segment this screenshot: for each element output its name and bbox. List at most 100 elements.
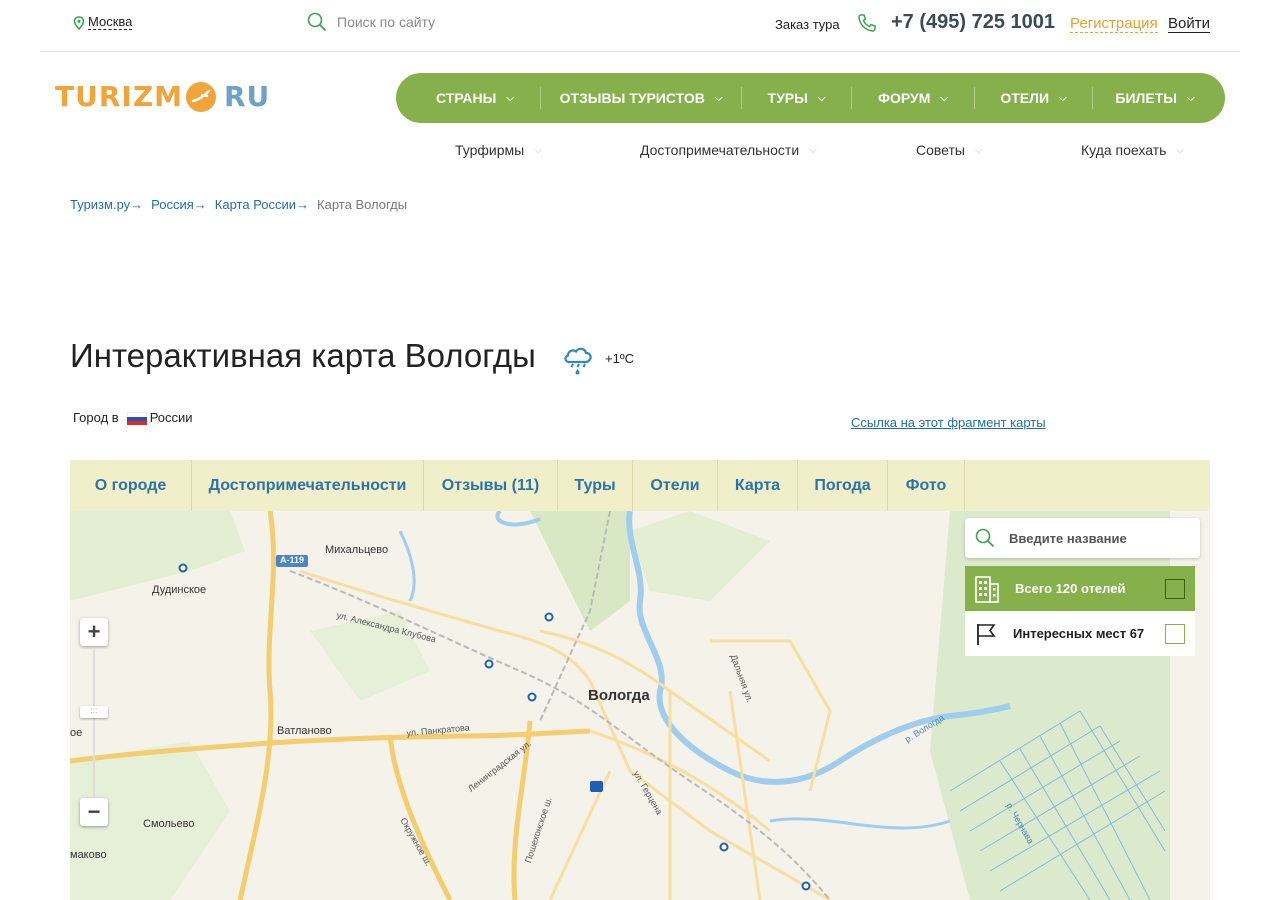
map-label: Михальцево (325, 544, 389, 556)
city-name[interactable]: Москва (88, 15, 133, 30)
search-icon[interactable] (975, 528, 995, 548)
top-bar: Москва Поиск по сайту Заказ тура +7 (495… (40, 0, 1240, 52)
tab-label: Фото (905, 476, 947, 494)
nav-label: ФОРУМ (878, 90, 931, 106)
chevron-down-icon: ⌵ (974, 144, 983, 156)
subnav-where-to-go[interactable]: Куда поехать ⌵ (1081, 142, 1184, 158)
breadcrumb: Туризм.ру→ Россия→ Карта России→ Карта В… (70, 197, 407, 212)
nav-label: СТРАНЫ (436, 90, 497, 106)
places-count-label: Интересных мест 67 (1013, 626, 1145, 641)
subnav-label: Советы (916, 142, 965, 158)
search-input[interactable]: Поиск по сайту (337, 14, 435, 30)
map-fragment-link[interactable]: Ссылка на этот фрагмент карты (851, 415, 1046, 430)
breadcrumb-separator: → (193, 197, 207, 212)
tab-label: О городе (94, 476, 167, 494)
map-search-input[interactable]: Введите название (1009, 531, 1127, 546)
tab-label: Погода (814, 476, 871, 494)
order-tour-link[interactable]: Заказ тура (775, 17, 840, 32)
subnav-label: Достопримечательности (640, 142, 800, 158)
search-icon[interactable] (307, 12, 327, 32)
nav-label: ОТЗЫВЫ ТУРИСТОВ (559, 90, 705, 106)
city-selector[interactable]: Москва (73, 15, 133, 30)
logo-plane-icon (185, 81, 216, 112)
location-pin-icon (73, 15, 85, 30)
breadcrumb-link[interactable]: Россия→ (151, 197, 207, 212)
building-icon (975, 575, 999, 603)
places-filter[interactable]: Интересных мест 67 (965, 611, 1195, 656)
country-link[interactable]: России (150, 410, 193, 425)
nav-label: ОТЕЛИ (1000, 90, 1050, 106)
tab-label: Туры (574, 476, 616, 494)
tab-tours[interactable]: Туры (558, 460, 633, 511)
tab-about[interactable]: О городе (70, 460, 192, 511)
map-search-field[interactable]: Введите название (965, 518, 1200, 558)
nav-tickets[interactable]: БИЛЕТЫ ⌵ (1093, 87, 1217, 109)
register-link[interactable]: Регистрация (1070, 15, 1158, 33)
map-label: маково (70, 849, 107, 861)
nav-hotels[interactable]: ОТЕЛИ ⌵ (975, 87, 1093, 109)
phone-number[interactable]: +7 (495) 725 1001 (891, 11, 1055, 34)
page-title: Интерактивная карта Вологды (70, 337, 536, 374)
tab-label: Отели (650, 476, 700, 494)
tab-label: Достопримечательности (208, 476, 407, 494)
hotels-checkbox[interactable] (1165, 579, 1185, 599)
nav-forum[interactable]: ФОРУМ ⌵ (852, 87, 975, 109)
city-tabs: О городе Достопримечательности Отзывы (1… (70, 460, 1210, 511)
tab-sights[interactable]: Достопримечательности (192, 460, 424, 511)
breadcrumb-separator: → (296, 197, 310, 212)
subnav-sights[interactable]: Достопримечательности ⌵ (640, 142, 817, 158)
zoom-out-button[interactable]: − (80, 798, 108, 826)
tab-photo[interactable]: Фото (888, 460, 965, 511)
tab-hotels[interactable]: Отели (633, 460, 718, 511)
breadcrumb-label: Россия (151, 197, 194, 212)
subnav-label: Турфирмы (455, 142, 525, 158)
country-info: Город в России (73, 410, 193, 425)
map-city-label: Вологда (588, 687, 650, 704)
nav-countries[interactable]: СТРАНЫ ⌵ (410, 87, 541, 109)
zoom-in-button[interactable]: + (80, 618, 108, 646)
zoom-slider-track[interactable] (93, 648, 95, 798)
subnav-tourfirms[interactable]: Турфирмы ⌵ (455, 142, 542, 158)
chevron-down-icon: ⌵ (1176, 144, 1185, 156)
breadcrumb-label: Туризм.ру (70, 197, 131, 212)
subnav-label: Куда поехать (1081, 142, 1167, 158)
chevron-down-icon: ⌵ (940, 92, 948, 104)
country-prefix: Город в (73, 410, 119, 425)
breadcrumb-link[interactable]: Карта России→ (215, 197, 309, 212)
map-label: Дудинское (152, 584, 207, 596)
flag-icon (977, 623, 996, 645)
site-logo[interactable]: TURIZM RU (55, 80, 270, 113)
tab-reviews[interactable]: Отзывы (11) (424, 460, 558, 511)
temperature: +1ºC (605, 351, 634, 366)
chevron-down-icon: ⌵ (809, 144, 817, 156)
nav-reviews[interactable]: ОТЗЫВЫ ТУРИСТОВ ⌵ (541, 87, 742, 109)
zoom-control: + ::: − (80, 618, 108, 826)
nav-label: БИЛЕТЫ (1115, 90, 1177, 106)
site-search[interactable]: Поиск по сайту (307, 12, 435, 32)
breadcrumb-separator: → (130, 197, 144, 212)
hotels-filter[interactable]: Всего 120 отелей (965, 566, 1195, 611)
places-checkbox[interactable] (1165, 624, 1185, 644)
nav-tours[interactable]: ТУРЫ ⌵ (742, 87, 852, 109)
map-filter-panel: Введите название Всего 120 отелей Интере… (965, 518, 1200, 656)
chevron-down-icon: ⌵ (506, 92, 514, 104)
login-link[interactable]: Войти (1168, 15, 1210, 33)
map-label: Ватланово (277, 725, 332, 737)
tab-weather[interactable]: Погода (798, 460, 888, 511)
chevron-down-icon: ⌵ (817, 92, 826, 104)
interactive-map[interactable]: А-119 Михальцево Дудинское ул. Александр… (70, 511, 1210, 900)
tab-label: Карта (734, 476, 781, 494)
tab-map[interactable]: Карта (718, 460, 798, 511)
map-label: Смольево (143, 818, 195, 830)
logo-text-left: TURIZM (55, 80, 183, 113)
subnav-tips[interactable]: Советы ⌵ (916, 142, 983, 158)
logo-text-right: RU (223, 80, 271, 113)
breadcrumb-current: Карта Вологды (317, 197, 408, 212)
breadcrumb-link[interactable]: Туризм.ру→ (70, 197, 143, 212)
zoom-slider-handle[interactable]: ::: (80, 706, 108, 718)
chevron-down-icon: ⌵ (1059, 92, 1067, 104)
rain-cloud-icon (564, 347, 592, 375)
tab-label: Отзывы (11) (441, 476, 540, 494)
hotels-count-label: Всего 120 отелей (1015, 581, 1126, 596)
chevron-down-icon: ⌵ (714, 92, 723, 104)
